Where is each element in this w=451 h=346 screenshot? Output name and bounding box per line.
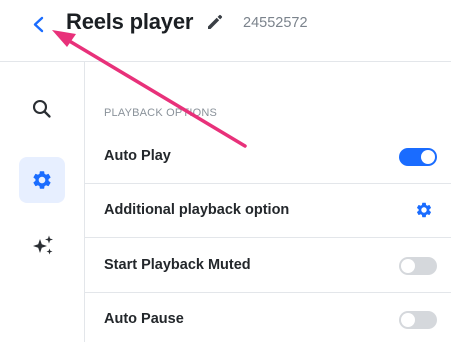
pencil-icon [208,14,223,29]
toggle-knob [401,259,415,273]
toggle-knob [401,313,415,327]
toggle-knob [421,150,435,164]
start-muted-toggle[interactable] [399,257,437,275]
chevron-left-icon [33,16,44,33]
header: Reels player 24552572 [0,0,451,52]
sidebar-item-settings[interactable] [19,157,65,203]
option-row-auto-play: Auto Play [85,130,451,183]
section-label: PLAYBACK OPTIONS [104,107,218,119]
sidebar-item-ai[interactable] [19,222,65,268]
additional-playback-settings-button[interactable] [415,201,433,219]
option-label: Auto Play [104,148,171,164]
option-label: Start Playback Muted [104,257,251,273]
gear-icon [416,202,432,218]
auto-pause-toggle[interactable] [399,311,437,329]
edit-title-button[interactable] [205,12,225,32]
sidebar-item-search[interactable] [19,86,65,132]
option-row-start-muted: Start Playback Muted [85,239,451,292]
back-button[interactable] [28,12,50,36]
auto-play-toggle[interactable] [399,148,437,166]
option-row-auto-pause: Auto Pause [85,293,451,346]
option-label: Additional playback option [104,202,290,218]
sparkles-icon [33,235,53,255]
player-id: 24552572 [243,15,308,31]
gear-icon [33,171,51,189]
option-row-additional-playback: Additional playback option [85,184,451,237]
row-divider [85,237,451,238]
search-icon [32,99,51,118]
option-label: Auto Pause [104,311,184,327]
header-divider [0,61,451,62]
page-title: Reels player [66,9,194,34]
